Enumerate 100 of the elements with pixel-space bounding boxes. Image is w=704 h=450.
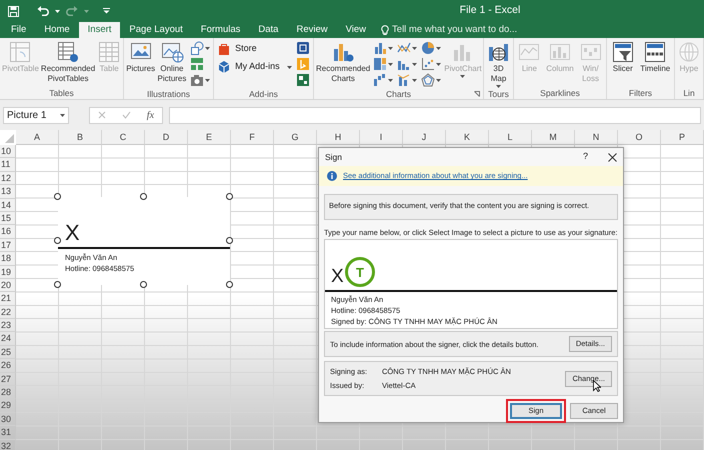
row-header[interactable]: 25	[0, 346, 16, 360]
group-label: Charts	[386, 88, 412, 99]
column-header[interactable]: H	[317, 130, 360, 145]
ribbon-button[interactable]: My Add-ins	[217, 59, 292, 75]
column-header[interactable]: I	[360, 130, 403, 145]
resize-handle[interactable]	[54, 281, 61, 288]
column-header[interactable]: M	[532, 130, 575, 145]
check-icon[interactable]	[122, 111, 131, 119]
row-header[interactable]: 14	[0, 198, 16, 212]
group-label: Add-ins	[249, 88, 278, 99]
lightbulb-icon	[381, 24, 390, 36]
ribbon-button[interactable]: Timeline	[639, 40, 672, 87]
name-box[interactable]: Picture 1	[3, 106, 69, 124]
ribbon-button[interactable]: Online Pictures	[156, 40, 188, 88]
row-header[interactable]: 15	[0, 212, 16, 226]
column-header[interactable]: A	[16, 130, 59, 145]
column-header[interactable]: J	[403, 130, 446, 145]
row-header[interactable]: 11	[0, 158, 16, 172]
row-header[interactable]: 26	[0, 359, 16, 373]
column-header[interactable]: O	[618, 130, 661, 145]
row-header[interactable]: 23	[0, 319, 16, 332]
ribbon-tab[interactable]: Formulas	[192, 22, 250, 38]
row-header[interactable]: 22	[0, 306, 16, 320]
ribbon-button[interactable]	[421, 41, 442, 55]
tell-me-field[interactable]: Tell me what you want to do...	[392, 22, 552, 38]
row-header[interactable]: 28	[0, 386, 16, 400]
column-header[interactable]: E	[188, 130, 231, 145]
ribbon-button[interactable]	[397, 73, 418, 87]
dropdown-caret-icon	[55, 10, 60, 12]
line-chart-icon	[397, 41, 412, 55]
column-header[interactable]: P	[661, 130, 704, 145]
row-header[interactable]: 10	[0, 145, 16, 158]
group-label: Lin	[683, 87, 695, 99]
table-icon	[8, 40, 32, 64]
ribbon-button[interactable]: 3D Map	[486, 40, 512, 88]
ribbon-button[interactable]	[421, 73, 442, 87]
row-header[interactable]: 19	[0, 266, 16, 279]
ribbon-button[interactable]: Store	[217, 41, 292, 57]
resize-handle[interactable]	[54, 193, 61, 200]
window-title: File 1 - Excel	[458, 3, 522, 18]
ribbon-button[interactable]	[373, 73, 394, 87]
store-icon	[217, 42, 232, 56]
ribbon-button[interactable]	[190, 73, 210, 87]
insert-function-button[interactable]: fx	[146, 108, 154, 122]
column-header[interactable]: N	[575, 130, 618, 145]
ribbon-button[interactable]: Pictures	[125, 40, 156, 88]
camera-icon	[190, 73, 204, 87]
undo-icon[interactable]	[37, 6, 49, 16]
column-header[interactable]: L	[489, 130, 532, 145]
row-header[interactable]: 18	[0, 252, 16, 266]
ribbon-button[interactable]	[296, 73, 310, 87]
formula-field[interactable]	[169, 106, 701, 124]
ribbon-button[interactable]	[373, 57, 394, 71]
row-header[interactable]: 20	[0, 278, 16, 292]
ribbon-button[interactable]: Slicer	[610, 40, 636, 87]
ribbon-tab[interactable]: File	[2, 22, 36, 38]
ribbon-tab[interactable]: Data	[249, 22, 288, 38]
column-header[interactable]: F	[231, 130, 274, 145]
row-header[interactable]: 29	[0, 399, 16, 413]
resize-handle[interactable]	[226, 237, 233, 244]
column-header[interactable]: C	[102, 130, 145, 145]
close-icon[interactable]	[608, 152, 617, 162]
customize-toolbar-icon[interactable]	[103, 8, 110, 14]
column-header[interactable]: K	[446, 130, 489, 145]
resize-handle[interactable]	[226, 193, 233, 200]
column-header[interactable]: B	[59, 130, 102, 145]
row-header[interactable]: 13	[0, 185, 16, 199]
dialog-launcher-icon[interactable]	[474, 91, 480, 97]
resize-handle[interactable]	[54, 237, 61, 244]
column-header[interactable]: G	[274, 130, 317, 145]
ribbon-tab[interactable]: Review	[287, 22, 337, 38]
row-header[interactable]: 31	[0, 426, 16, 440]
ribbon-tab[interactable]: Page Layout	[120, 22, 192, 38]
row-header[interactable]: 32	[0, 440, 16, 450]
ribbon-button[interactable]	[397, 41, 418, 55]
row-header[interactable]: 21	[0, 292, 16, 306]
resize-handle[interactable]	[140, 281, 147, 288]
row-header[interactable]: 12	[0, 172, 16, 186]
ribbon-button[interactable]: Recommended PivotTables	[40, 40, 96, 87]
resize-handle[interactable]	[140, 193, 147, 200]
resize-handle[interactable]	[226, 281, 233, 288]
save-icon[interactable]	[8, 6, 19, 16]
row-header[interactable]: 24	[0, 332, 16, 346]
ribbon-tab[interactable]: Home	[35, 22, 79, 38]
row-header[interactable]: 27	[0, 372, 16, 386]
group-label: Illustrations	[147, 88, 190, 99]
group-label: Tours	[488, 88, 509, 99]
help-button[interactable]: ?	[582, 150, 588, 164]
ribbon-tab[interactable]: View	[336, 22, 376, 38]
ribbon-button[interactable]	[373, 41, 394, 55]
row-header[interactable]: 16	[0, 225, 16, 239]
row-header[interactable]: 30	[0, 412, 16, 426]
globe-icon	[677, 40, 701, 64]
ribbon-button[interactable]	[190, 41, 210, 55]
row-header[interactable]: 17	[0, 238, 16, 252]
ribbon-button[interactable]: Recommended Charts	[315, 40, 372, 88]
ribbon-tab[interactable]: Insert	[78, 22, 120, 38]
column-header[interactable]: D	[145, 130, 188, 145]
dropdown-caret-icon	[60, 114, 65, 116]
ribbon-button[interactable]	[421, 57, 442, 71]
